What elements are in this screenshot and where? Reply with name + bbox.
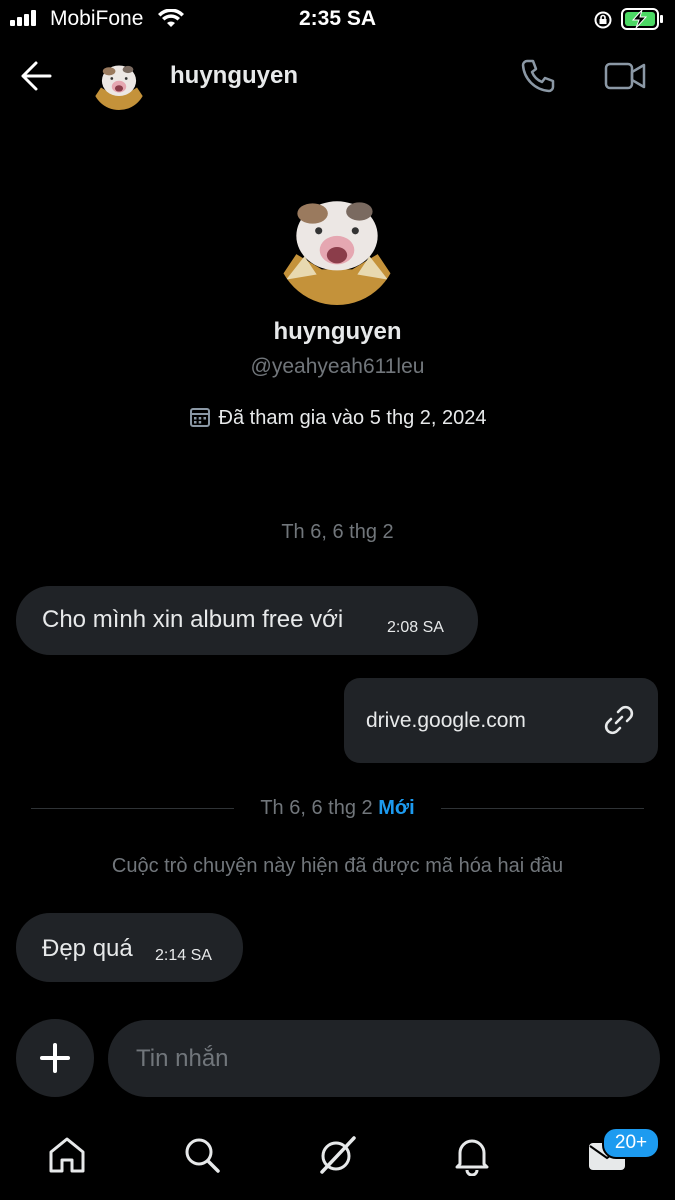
search-icon[interactable] (181, 1134, 223, 1176)
message-bubble-received[interactable]: Cho mình xin album free với 2:08 SA (16, 586, 478, 655)
profile-handle: @yeahyeah611leu (250, 355, 425, 378)
message-text: Đẹp quá (42, 935, 133, 962)
encryption-notice: Cuộc trò chuyện này hiện đã được mã hóa … (111, 855, 564, 877)
date-separator-new: Th 6, 6 thg 2 Mới (0, 797, 675, 820)
calendar-icon (189, 408, 210, 427)
messages-badge: 20+ (602, 1127, 660, 1159)
rotation-lock-icon (594, 11, 612, 29)
clock: 2:35 SA (298, 7, 377, 30)
profile-avatar[interactable] (276, 183, 398, 305)
status-bar: MobiFone 2:35 SA (0, 0, 675, 40)
grok-icon[interactable] (316, 1134, 358, 1176)
link-message-sent[interactable]: drive.google.com (344, 678, 658, 763)
joined-text: Đã tham gia vào 5 thg 2, 2024 (218, 407, 487, 429)
profile-joined: Đã tham gia vào 5 thg 2, 2024 (0, 406, 675, 430)
message-time: 2:14 SA (155, 947, 212, 964)
new-label: Mới (378, 797, 415, 819)
link-icon (604, 705, 634, 735)
video-call-icon[interactable] (602, 56, 648, 96)
header-title[interactable]: huynguyen (170, 62, 298, 90)
message-text: Cho mình xin album free với (42, 606, 344, 633)
home-icon[interactable] (46, 1134, 88, 1176)
message-bubble-received[interactable]: Đẹp quá 2:14 SA (16, 913, 243, 982)
date-separator: Th 6, 6 thg 2 (281, 521, 394, 543)
link-text: drive.google.com (366, 709, 526, 732)
date-separator-text: Th 6, 6 thg 2 (260, 797, 373, 819)
back-arrow-icon[interactable] (18, 58, 54, 94)
message-input[interactable] (108, 1020, 660, 1097)
notifications-bell-icon[interactable] (451, 1134, 493, 1176)
battery-charging-icon (621, 8, 663, 30)
message-time: 2:08 SA (387, 619, 444, 636)
header-avatar[interactable] (92, 56, 146, 110)
phone-call-icon[interactable] (518, 56, 558, 96)
profile-name: huynguyen (273, 318, 402, 345)
add-attachment-button[interactable] (16, 1019, 94, 1097)
